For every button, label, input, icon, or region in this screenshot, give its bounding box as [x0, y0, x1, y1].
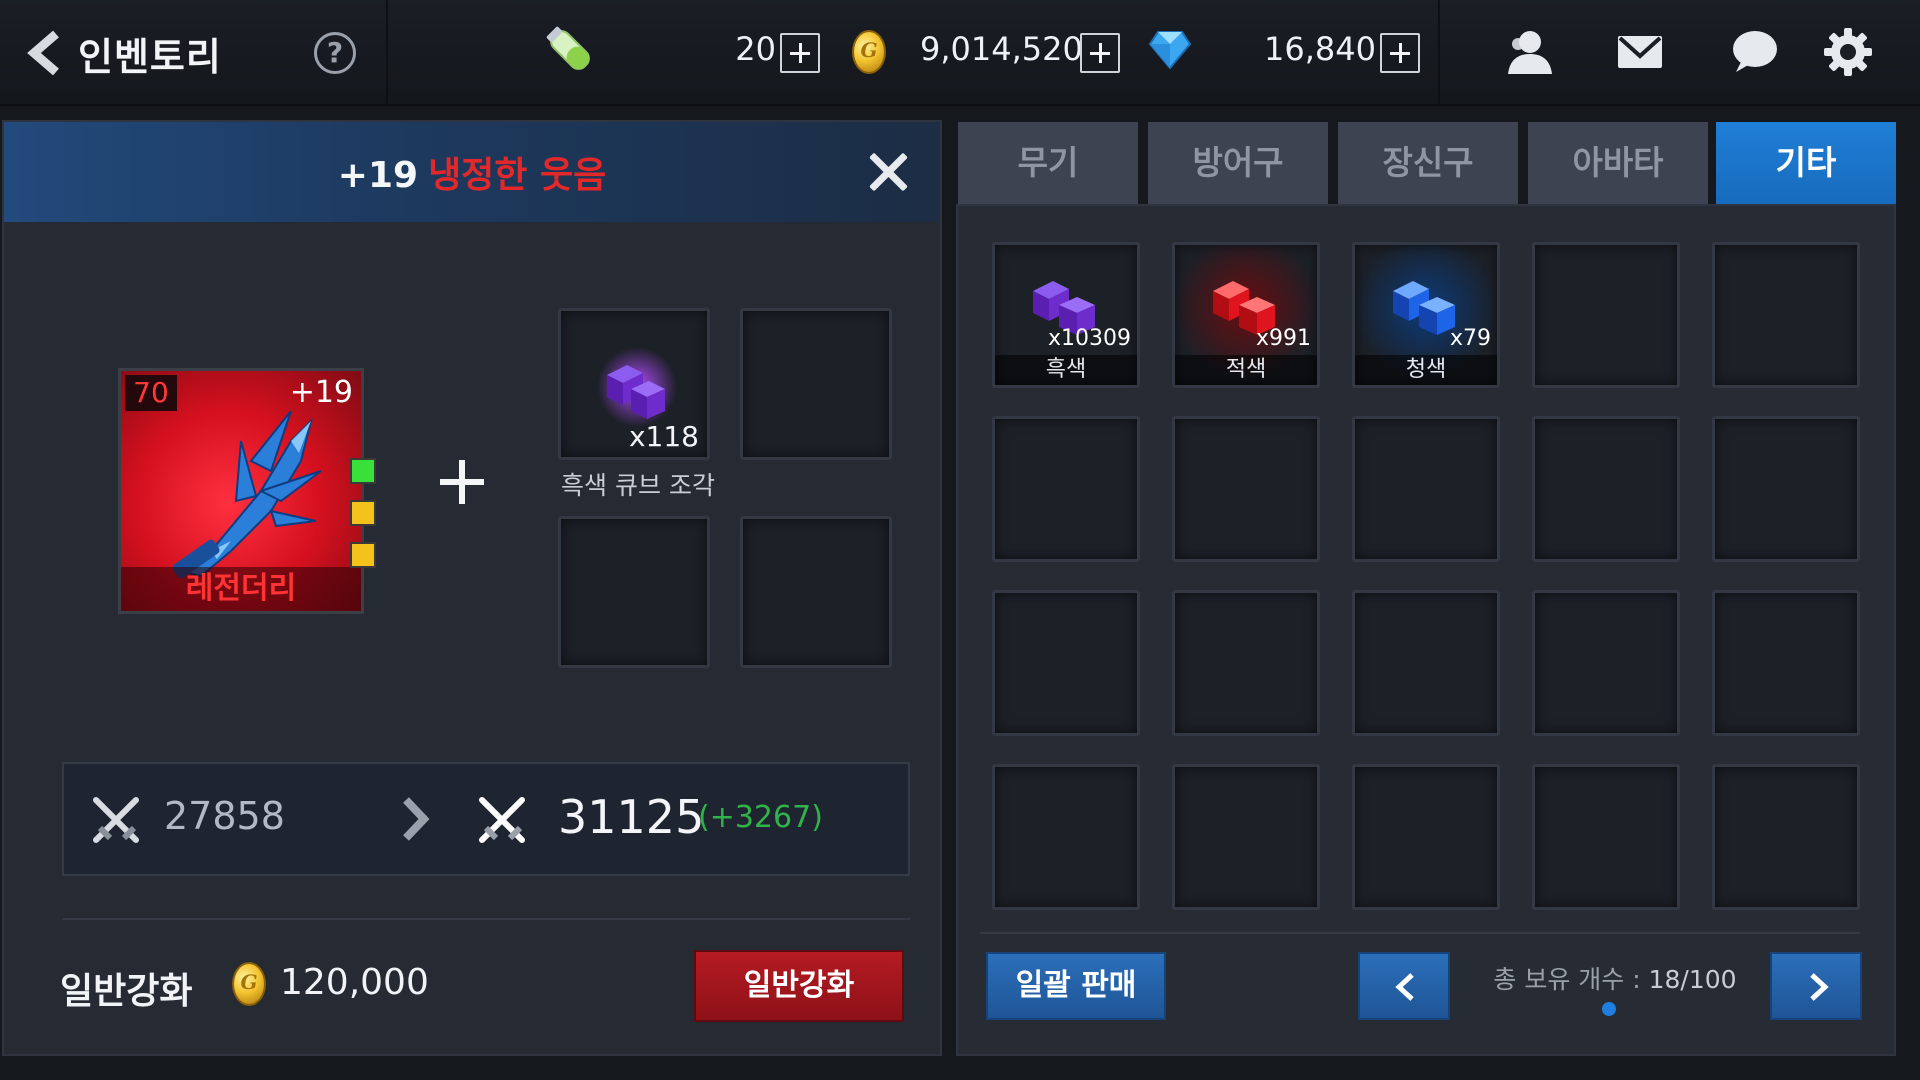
tab-accessory[interactable]: 장신구 — [1338, 122, 1518, 204]
page-title: 인벤토리 — [78, 35, 222, 79]
chevron-right-icon — [1810, 973, 1829, 1001]
attack-current: 27858 — [164, 794, 285, 838]
enhance-panel-header: +19 냉정한 웃음 — [4, 122, 940, 222]
page-indicator-dot — [1602, 1002, 1616, 1016]
inventory-slot[interactable]: x991 적색 — [1172, 242, 1320, 388]
chevron-left-icon — [1395, 973, 1414, 1001]
add-gem-button[interactable] — [1380, 33, 1420, 73]
back-arrow-icon[interactable] — [26, 30, 66, 76]
tab-etc[interactable]: 기타 — [1716, 122, 1896, 204]
inventory-slot-empty[interactable] — [1712, 764, 1860, 910]
inventory-slot-empty[interactable] — [992, 764, 1140, 910]
weapon-grade: 레전더리 — [121, 567, 361, 611]
weapon-level: 70 — [125, 375, 177, 411]
inventory-slot-empty[interactable] — [1712, 242, 1860, 388]
material-slot-empty[interactable] — [558, 516, 710, 668]
inventory-slot-empty[interactable] — [1712, 416, 1860, 562]
next-page-button[interactable] — [1770, 952, 1862, 1020]
help-icon[interactable]: ? — [314, 32, 356, 74]
socket-gem-green — [350, 458, 376, 484]
material-label: 흑색 큐브 조각 — [561, 471, 715, 500]
settings-gear-icon[interactable] — [1822, 26, 1874, 78]
total-count: 18/100 — [1648, 965, 1737, 994]
divider — [980, 932, 1860, 934]
total-label: 총 보유 개수 : — [1493, 965, 1641, 994]
divider — [1438, 0, 1440, 106]
item-title: +19 냉정한 웃음 — [4, 146, 940, 198]
enhance-button[interactable]: 일반강화 — [694, 950, 904, 1022]
attack-diff: (+3267) — [698, 800, 823, 835]
chevron-right-icon — [403, 797, 430, 841]
black-cube-icon — [597, 347, 677, 427]
item-name: 흑색 — [995, 355, 1137, 385]
weapon-claw-icon — [172, 410, 322, 579]
item-quantity: x10309 — [1047, 326, 1131, 351]
item-plus-level: +19 — [337, 155, 419, 196]
item-name: 적색 — [1175, 355, 1317, 385]
item-name: 청색 — [1355, 355, 1497, 385]
socket-gem-yellow — [350, 500, 376, 526]
close-icon[interactable] — [866, 150, 910, 194]
friends-icon[interactable] — [1504, 26, 1556, 78]
inventory-slot-empty[interactable] — [1352, 764, 1500, 910]
item-name: 냉정한 웃음 — [428, 155, 607, 196]
chat-icon[interactable] — [1728, 26, 1780, 78]
gold-value: 9,014,520 — [920, 30, 1083, 68]
material-slot-empty[interactable] — [740, 516, 892, 668]
inventory-slot-empty[interactable] — [1172, 416, 1320, 562]
inventory-slot-empty[interactable] — [1172, 590, 1320, 736]
gem-value: 16,840 — [1264, 30, 1376, 68]
total-count-label: 총 보유 개수 : 18/100 — [1480, 960, 1750, 996]
attack-next: 31125 — [558, 790, 705, 844]
attack-stat-box: 27858 31125 (+3267) — [62, 762, 910, 876]
weapon-plus-level: +19 — [289, 375, 353, 410]
tab-avatar[interactable]: 아바타 — [1528, 122, 1708, 204]
tab-weapon[interactable]: 무기 — [958, 122, 1138, 204]
inventory-slot-empty[interactable] — [1352, 416, 1500, 562]
inventory-slot-empty[interactable] — [1532, 590, 1680, 736]
material-slot-empty[interactable] — [740, 308, 892, 460]
bulk-sell-button[interactable]: 일괄 판매 — [986, 952, 1166, 1020]
stamina-value: 20 — [735, 30, 776, 68]
add-gold-button[interactable] — [1080, 33, 1120, 73]
add-stamina-button[interactable] — [780, 33, 820, 73]
enhance-type-label: 일반강화 — [60, 971, 193, 1012]
socket-gem-yellow — [350, 542, 376, 568]
inventory-slot[interactable]: x10309 흑색 — [992, 242, 1140, 388]
mail-icon[interactable] — [1614, 26, 1666, 78]
inventory-slot-empty[interactable] — [1172, 764, 1320, 910]
inventory-slot-empty[interactable] — [1532, 242, 1680, 388]
material-slot[interactable]: x118 — [558, 308, 710, 460]
inventory-slot[interactable]: x79 청색 — [1352, 242, 1500, 388]
divider — [62, 918, 910, 920]
inventory-slot-empty[interactable] — [1352, 590, 1500, 736]
inventory-slot-empty[interactable] — [1532, 764, 1680, 910]
material-quantity: x118 — [628, 420, 699, 453]
gold-coin-icon — [852, 30, 886, 74]
inventory-slot-empty[interactable] — [992, 590, 1140, 736]
attack-swords-icon — [479, 797, 525, 843]
tab-armor[interactable]: 방어구 — [1148, 122, 1328, 204]
prev-page-button[interactable] — [1358, 952, 1450, 1020]
weapon-card[interactable]: 70 +19 레전더리 — [118, 368, 364, 614]
gold-coin-icon — [232, 962, 266, 1006]
inventory-slot-empty[interactable] — [1532, 416, 1680, 562]
diamond-icon — [1148, 31, 1192, 70]
attack-swords-icon — [93, 797, 139, 843]
divider — [386, 0, 388, 106]
inventory-slot-empty[interactable] — [1712, 590, 1860, 736]
combine-plus-icon — [440, 460, 484, 504]
inventory-slot-empty[interactable] — [992, 416, 1140, 562]
enhance-cost: 120,000 — [280, 962, 429, 1003]
top-bar: 인벤토리 ? 20 9,014,520 16,840 — [0, 0, 1920, 106]
item-quantity: x991 — [1255, 326, 1311, 351]
stamina-potion-icon — [546, 26, 590, 70]
item-quantity: x79 — [1449, 326, 1491, 351]
